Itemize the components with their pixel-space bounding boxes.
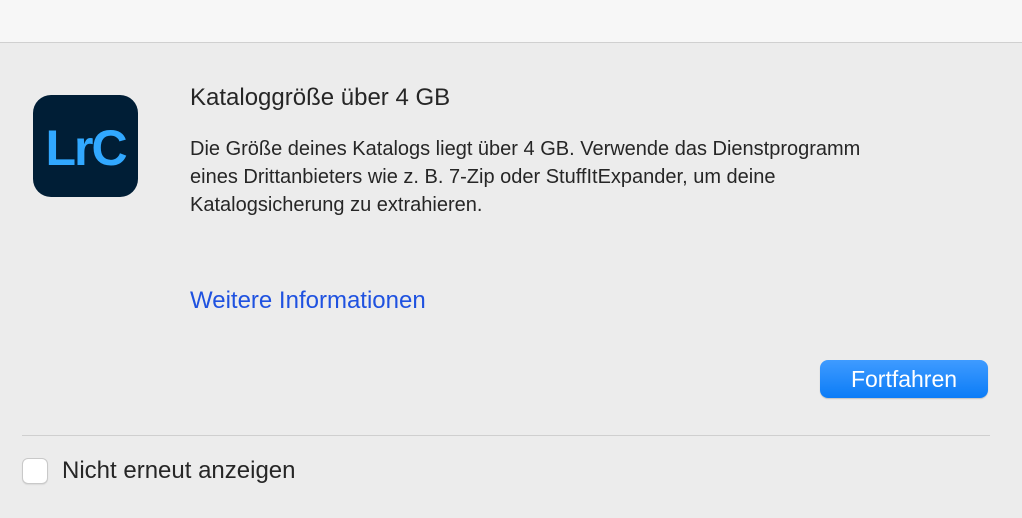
- continue-button[interactable]: Fortfahren: [820, 360, 988, 398]
- message-line: Katalogsicherung zu extrahieren.: [190, 194, 483, 216]
- window-titlebar: [0, 0, 1022, 43]
- more-info-link[interactable]: Weitere Informationen: [190, 287, 426, 315]
- dont-show-again-option[interactable]: Nicht erneut anzeigen: [22, 457, 295, 485]
- dialog-message: Die Größe deines Katalogs liegt über 4 G…: [190, 135, 990, 219]
- lightroom-classic-app-icon: LrC: [33, 95, 138, 197]
- message-line: Die Größe deines Katalogs liegt über 4 G…: [190, 138, 861, 160]
- dont-show-again-label[interactable]: Nicht erneut anzeigen: [62, 457, 295, 485]
- app-icon-label: LrC: [45, 120, 127, 176]
- dont-show-again-checkbox[interactable]: [22, 458, 48, 484]
- divider: [22, 435, 990, 436]
- dialog-title: Kataloggröße über 4 GB: [190, 84, 451, 111]
- message-line: eines Drittanbieters wie z. B. 7-Zip ode…: [190, 166, 776, 188]
